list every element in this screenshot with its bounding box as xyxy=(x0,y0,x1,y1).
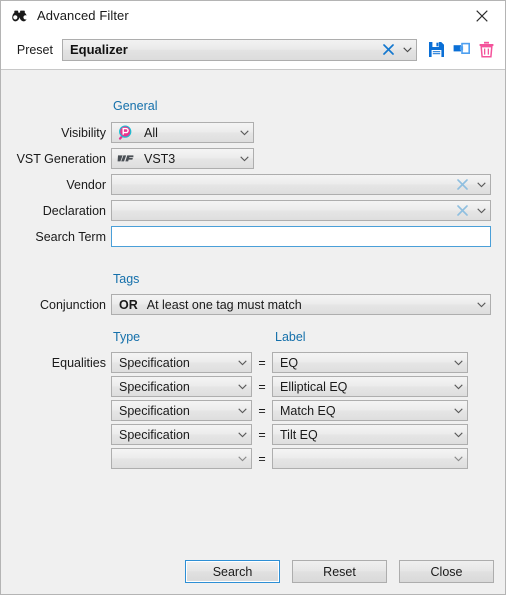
vst-generation-combobox[interactable]: VST3 xyxy=(111,148,254,169)
equality-label-value: Match EQ xyxy=(280,403,336,418)
visibility-label: Visibility xyxy=(61,126,106,140)
equality-type-value: Specification xyxy=(119,403,190,418)
vendor-combobox[interactable] xyxy=(111,174,491,195)
dialog-footer: Search Reset Close xyxy=(1,549,505,594)
equality-type-value: Specification xyxy=(119,355,190,370)
declaration-combobox[interactable] xyxy=(111,200,491,221)
equality-label-value: Elliptical EQ xyxy=(280,379,348,394)
chevron-down-icon[interactable] xyxy=(450,377,467,397)
equality-label-combobox[interactable]: Tilt EQ xyxy=(272,424,468,445)
equality-type-combobox[interactable]: Specification xyxy=(111,400,252,421)
trash-icon[interactable] xyxy=(476,40,496,60)
preset-label: Preset xyxy=(16,42,53,57)
window-title: Advanced Filter xyxy=(37,8,129,23)
visibility-plugin-icon xyxy=(112,123,138,142)
equality-label-value: Tilt EQ xyxy=(280,427,318,442)
conjunction-combobox[interactable]: OR At least one tag must match xyxy=(111,294,491,315)
preset-combobox[interactable]: Equalizer xyxy=(62,38,417,61)
vst-logo-icon xyxy=(112,149,138,168)
reset-button[interactable]: Reset xyxy=(292,560,387,583)
title-bar: Advanced Filter xyxy=(1,1,505,30)
equality-type-value: Specification xyxy=(119,379,190,394)
vst-generation-value: VST3 xyxy=(144,151,176,166)
chevron-down-icon[interactable] xyxy=(473,175,490,195)
section-title-general: General xyxy=(113,99,158,113)
dialog-body: General Visibility All VST Generation VS… xyxy=(1,71,505,549)
preset-tools xyxy=(426,40,496,60)
clear-x-icon[interactable] xyxy=(451,201,473,221)
floppy-disk-icon[interactable] xyxy=(426,40,446,60)
equality-label-combobox[interactable]: Match EQ xyxy=(272,400,468,421)
conjunction-label: Conjunction xyxy=(39,298,106,312)
column-header-type: Type xyxy=(113,330,141,344)
chevron-down-icon[interactable] xyxy=(450,449,467,469)
equality-type-combobox[interactable]: Specification xyxy=(111,376,252,397)
preset-value: Equalizer xyxy=(70,42,128,57)
search-term-field[interactable] xyxy=(111,226,491,247)
binoculars-icon xyxy=(10,8,30,24)
equality-operator: = xyxy=(258,404,266,418)
visibility-combobox[interactable]: All xyxy=(111,122,254,143)
search-input[interactable] xyxy=(112,228,490,245)
declaration-label: Declaration xyxy=(42,204,106,218)
visibility-value: All xyxy=(144,125,158,140)
close-button[interactable]: Close xyxy=(399,560,494,583)
clear-x-icon[interactable] xyxy=(377,40,399,60)
clear-x-icon[interactable] xyxy=(451,175,473,195)
chevron-down-icon[interactable] xyxy=(234,449,251,469)
conjunction-operator: OR xyxy=(119,297,138,312)
chevron-down-icon[interactable] xyxy=(399,40,416,60)
preset-bar: Preset Equalizer xyxy=(1,30,505,70)
equality-operator: = xyxy=(258,356,266,370)
equality-label-combobox[interactable]: Elliptical EQ xyxy=(272,376,468,397)
search-term-label: Search Term xyxy=(35,230,106,244)
chevron-down-icon[interactable] xyxy=(234,401,251,421)
column-header-label: Label xyxy=(275,330,306,344)
close-icon[interactable] xyxy=(459,1,505,30)
chevron-down-icon[interactable] xyxy=(450,353,467,373)
equalities-label: Equalities xyxy=(51,356,106,370)
equality-type-combobox[interactable]: Specification xyxy=(111,424,252,445)
chevron-down-icon[interactable] xyxy=(473,295,490,315)
chevron-down-icon[interactable] xyxy=(234,425,251,445)
chevron-down-icon[interactable] xyxy=(450,401,467,421)
equality-label-combobox[interactable] xyxy=(272,448,468,469)
chevron-down-icon[interactable] xyxy=(236,149,253,169)
equality-type-combobox[interactable]: Specification xyxy=(111,352,252,373)
chevron-down-icon[interactable] xyxy=(450,425,467,445)
equality-operator: = xyxy=(258,380,266,394)
equality-label-combobox[interactable]: EQ xyxy=(272,352,468,373)
equality-type-combobox[interactable] xyxy=(111,448,252,469)
vendor-label: Vendor xyxy=(66,178,106,192)
duplicate-icon[interactable] xyxy=(451,40,471,60)
chevron-down-icon[interactable] xyxy=(234,353,251,373)
section-title-tags: Tags xyxy=(113,272,140,286)
chevron-down-icon[interactable] xyxy=(236,123,253,143)
equality-operator: = xyxy=(258,452,266,466)
vst-generation-label: VST Generation xyxy=(16,152,106,166)
equality-label-value: EQ xyxy=(280,355,299,370)
conjunction-value: OR At least one tag must match xyxy=(112,298,473,312)
search-button[interactable]: Search xyxy=(185,560,280,583)
conjunction-description: At least one tag must match xyxy=(146,297,302,312)
chevron-down-icon[interactable] xyxy=(234,377,251,397)
equality-type-value: Specification xyxy=(119,427,190,442)
equality-operator: = xyxy=(258,428,266,442)
chevron-down-icon[interactable] xyxy=(473,201,490,221)
advanced-filter-dialog: Advanced Filter Preset Equalizer General… xyxy=(0,0,506,595)
